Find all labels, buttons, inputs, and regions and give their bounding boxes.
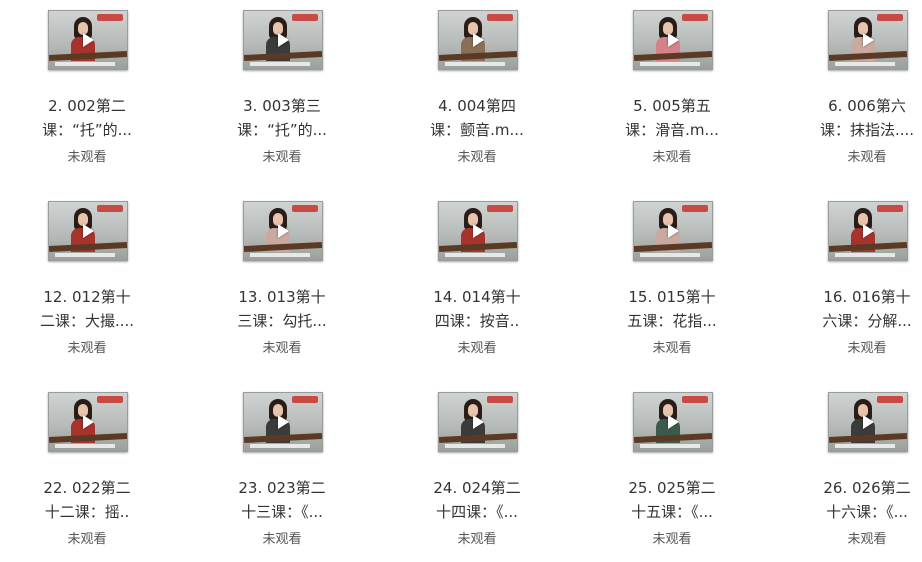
video-item[interactable]: 24. 024第二 十四课：《... 未观看	[390, 382, 560, 562]
watch-status: 未观看	[67, 532, 107, 547]
video-thumbnail[interactable]	[243, 10, 323, 70]
watch-status: 未观看	[67, 341, 107, 356]
channel-logo-icon	[292, 396, 318, 403]
watch-status: 未观看	[457, 150, 497, 165]
watch-status: 未观看	[262, 341, 302, 356]
video-thumbnail[interactable]	[633, 201, 713, 261]
watch-status: 未观看	[847, 341, 887, 356]
video-thumbnail[interactable]	[633, 392, 713, 452]
video-thumbnail[interactable]	[243, 201, 323, 261]
watch-status: 未观看	[847, 150, 887, 165]
play-icon[interactable]	[83, 415, 94, 429]
play-icon[interactable]	[863, 224, 874, 238]
watch-status: 未观看	[847, 532, 887, 547]
video-item[interactable]: 5. 005第五 课：滑音.m... 未观看	[585, 0, 755, 180]
video-item[interactable]: 12. 012第十 二课：大撮.... 未观看	[0, 191, 170, 371]
play-icon[interactable]	[668, 224, 679, 238]
channel-logo-icon	[682, 14, 708, 21]
channel-logo-icon	[877, 205, 903, 212]
watch-status: 未观看	[67, 150, 107, 165]
play-icon[interactable]	[278, 415, 289, 429]
video-thumbnail[interactable]	[48, 10, 128, 70]
video-item[interactable]: 6. 006第六 课：抹指法.... 未观看	[780, 0, 922, 180]
play-icon[interactable]	[83, 33, 94, 47]
video-title[interactable]: 4. 004第四 课：颤音.m...	[390, 94, 564, 142]
channel-logo-icon	[487, 396, 513, 403]
channel-logo-icon	[97, 396, 123, 403]
video-thumbnail[interactable]	[633, 10, 713, 70]
play-icon[interactable]	[278, 224, 289, 238]
play-icon[interactable]	[668, 415, 679, 429]
watch-status: 未观看	[652, 150, 692, 165]
play-icon[interactable]	[473, 415, 484, 429]
video-thumbnail[interactable]	[828, 10, 908, 70]
video-item[interactable]: 23. 023第二 十三课：《... 未观看	[195, 382, 365, 562]
video-title[interactable]: 13. 013第十 三课：勾托...	[195, 285, 369, 333]
video-thumbnail[interactable]	[438, 201, 518, 261]
video-item[interactable]: 2. 002第二 课：“托”的... 未观看	[0, 0, 170, 180]
channel-logo-icon	[682, 205, 708, 212]
video-item[interactable]: 16. 016第十 六课：分解... 未观看	[780, 191, 922, 371]
video-item[interactable]: 4. 004第四 课：颤音.m... 未观看	[390, 0, 560, 180]
channel-logo-icon	[292, 205, 318, 212]
channel-logo-icon	[877, 396, 903, 403]
video-thumbnail[interactable]	[48, 392, 128, 452]
play-icon[interactable]	[278, 33, 289, 47]
play-icon[interactable]	[863, 33, 874, 47]
video-title[interactable]: 25. 025第二 十五课：《...	[585, 476, 759, 524]
play-icon[interactable]	[863, 415, 874, 429]
channel-logo-icon	[97, 205, 123, 212]
video-item[interactable]: 25. 025第二 十五课：《... 未观看	[585, 382, 755, 562]
video-title[interactable]: 14. 014第十 四课：按音..	[390, 285, 564, 333]
video-title[interactable]: 16. 016第十 六课：分解...	[780, 285, 922, 333]
video-thumbnail[interactable]	[438, 392, 518, 452]
channel-logo-icon	[682, 396, 708, 403]
channel-logo-icon	[97, 14, 123, 21]
video-item[interactable]: 13. 013第十 三课：勾托... 未观看	[195, 191, 365, 371]
video-item[interactable]: 3. 003第三 课：“托”的... 未观看	[195, 0, 365, 180]
video-title[interactable]: 12. 012第十 二课：大撮....	[0, 285, 174, 333]
video-grid: 2. 002第二 课：“托”的... 未观看 3. 003第三 课：“托”的..…	[0, 0, 922, 562]
video-item[interactable]: 22. 022第二 十二课：摇.. 未观看	[0, 382, 170, 562]
play-icon[interactable]	[473, 224, 484, 238]
video-title[interactable]: 2. 002第二 课：“托”的...	[0, 94, 174, 142]
video-item[interactable]: 14. 014第十 四课：按音.. 未观看	[390, 191, 560, 371]
video-title[interactable]: 26. 026第二 十六课：《...	[780, 476, 922, 524]
play-icon[interactable]	[668, 33, 679, 47]
watch-status: 未观看	[652, 341, 692, 356]
video-thumbnail[interactable]	[828, 392, 908, 452]
video-item[interactable]: 26. 026第二 十六课：《... 未观看	[780, 382, 922, 562]
video-title[interactable]: 15. 015第十 五课：花指...	[585, 285, 759, 333]
video-title[interactable]: 6. 006第六 课：抹指法....	[780, 94, 922, 142]
video-title[interactable]: 22. 022第二 十二课：摇..	[0, 476, 174, 524]
channel-logo-icon	[487, 14, 513, 21]
play-icon[interactable]	[83, 224, 94, 238]
watch-status: 未观看	[262, 532, 302, 547]
video-title[interactable]: 24. 024第二 十四课：《...	[390, 476, 564, 524]
video-thumbnail[interactable]	[243, 392, 323, 452]
play-icon[interactable]	[473, 33, 484, 47]
video-thumbnail[interactable]	[438, 10, 518, 70]
channel-logo-icon	[292, 14, 318, 21]
video-title[interactable]: 5. 005第五 课：滑音.m...	[585, 94, 759, 142]
channel-logo-icon	[877, 14, 903, 21]
channel-logo-icon	[487, 205, 513, 212]
watch-status: 未观看	[652, 532, 692, 547]
video-title[interactable]: 3. 003第三 课：“托”的...	[195, 94, 369, 142]
video-thumbnail[interactable]	[48, 201, 128, 261]
video-thumbnail[interactable]	[828, 201, 908, 261]
video-title[interactable]: 23. 023第二 十三课：《...	[195, 476, 369, 524]
watch-status: 未观看	[262, 150, 302, 165]
video-item[interactable]: 15. 015第十 五课：花指... 未观看	[585, 191, 755, 371]
watch-status: 未观看	[457, 532, 497, 547]
watch-status: 未观看	[457, 341, 497, 356]
